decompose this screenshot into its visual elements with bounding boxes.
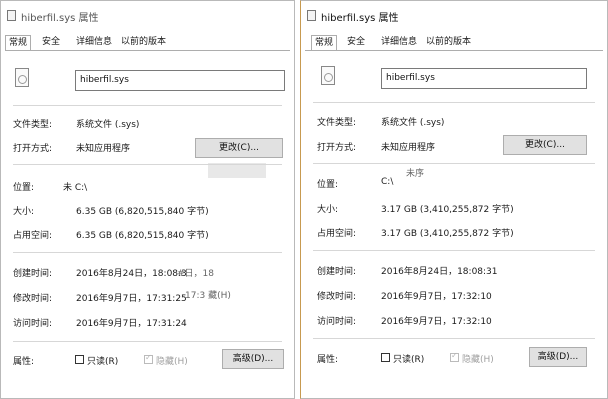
- disk-size-value: 3.17 GB (3,410,255,872 字节): [381, 229, 514, 239]
- properties-window-left: hiberfil.sys 属性 常规 安全 详细信息 以前的版本 hiberfi…: [0, 0, 295, 399]
- type-label: 文件类型:: [317, 118, 357, 128]
- disk-size-label: 占用空间:: [317, 229, 357, 239]
- modified-label: 修改时间:: [317, 292, 357, 302]
- tab-strip: 常规 安全 详细信息 以前的版本: [305, 35, 607, 52]
- attributes-label: 属性:: [13, 357, 35, 367]
- file-icon: [307, 10, 316, 21]
- accessed-label: 访问时间:: [13, 319, 53, 329]
- advanced-button[interactable]: 高级(D)...: [529, 347, 587, 367]
- title-bar[interactable]: hiberfil.sys 属性: [1, 1, 294, 29]
- modified-value: 2016年9月7日，17:31:25: [76, 294, 187, 304]
- size-value: 3.17 GB (3,410,255,872 字节): [381, 205, 514, 215]
- ghost-text: 未序: [406, 169, 425, 179]
- opens-with-value: 未知应用程序: [76, 144, 131, 154]
- hidden-label: 隐藏(H): [462, 355, 494, 365]
- location-value: 未 C:\: [63, 183, 88, 193]
- accessed-value: 2016年9月7日，17:32:10: [381, 317, 492, 327]
- location-label: 位置:: [317, 180, 339, 190]
- file-icon: [15, 68, 29, 87]
- tab-details[interactable]: 详细信息: [378, 35, 420, 51]
- readonly-label: 只读(R): [393, 355, 425, 365]
- hidden-checkbox[interactable]: [450, 351, 459, 362]
- ghost-text: 17:3 藏(H): [185, 291, 231, 301]
- created-value: 2016年8月24日，18:08:31: [381, 267, 498, 277]
- advanced-button[interactable]: 高级(D)...: [222, 349, 284, 369]
- tab-previous-versions[interactable]: 以前的版本: [423, 35, 474, 51]
- readonly-checkbox[interactable]: [75, 355, 84, 364]
- separator: [13, 164, 282, 165]
- tab-strip: 常规 安全 详细信息 以前的版本: [5, 35, 294, 52]
- modified-label: 修改时间:: [13, 294, 53, 304]
- tab-security[interactable]: 安全: [344, 35, 368, 51]
- location-label: 位置:: [13, 183, 35, 193]
- separator: [313, 338, 595, 339]
- file-icon: [321, 66, 335, 85]
- hidden-label: 隐藏(H): [156, 357, 188, 367]
- opens-with-label: 打开方式:: [317, 143, 357, 153]
- file-icon: [7, 10, 16, 21]
- location-value: C:\: [381, 177, 394, 187]
- created-value: 2016年8月24日，18:08:3: [76, 269, 187, 279]
- attributes-label: 属性:: [317, 355, 339, 365]
- filename-input[interactable]: hiberfil.sys: [381, 68, 587, 89]
- ghost-text: #日，18: [177, 269, 214, 279]
- properties-window-right: hiberfil.sys 属性 常规 安全 详细信息 以前的版本 hiberfi…: [300, 0, 608, 399]
- modified-value: 2016年9月7日，17:32:10: [381, 292, 492, 302]
- window-title: hiberfil.sys 属性: [321, 13, 399, 24]
- disk-size-value: 6.35 GB (6,820,515,840 字节): [76, 231, 209, 241]
- smudge: [208, 163, 266, 178]
- tab-security[interactable]: 安全: [39, 35, 63, 51]
- opens-with-label: 打开方式:: [13, 144, 53, 154]
- separator: [13, 252, 282, 253]
- readonly-checkbox[interactable]: [381, 353, 390, 362]
- created-label: 创建时间:: [13, 269, 53, 279]
- hidden-checkbox[interactable]: [144, 353, 153, 364]
- change-button[interactable]: 更改(C)...: [503, 135, 587, 155]
- size-label: 大小:: [13, 207, 35, 217]
- type-label: 文件类型:: [13, 120, 53, 130]
- size-label: 大小:: [317, 205, 339, 215]
- general-panel: hiberfil.sys 文件类型: 系统文件 (.sys) 打开方式: 未知应…: [5, 50, 290, 398]
- change-button[interactable]: 更改(C)...: [195, 138, 283, 158]
- type-value: 系统文件 (.sys): [76, 120, 140, 130]
- tab-previous-versions[interactable]: 以前的版本: [118, 35, 169, 51]
- separator: [313, 102, 595, 103]
- disk-size-label: 占用空间:: [13, 231, 53, 241]
- separator: [13, 341, 282, 342]
- size-value: 6.35 GB (6,820,515,840 字节): [76, 207, 209, 217]
- readonly-label: 只读(R): [87, 357, 119, 367]
- opens-with-value: 未知应用程序: [381, 143, 436, 153]
- title-bar[interactable]: hiberfil.sys 属性: [301, 1, 607, 29]
- separator: [313, 250, 595, 251]
- general-panel: hiberfil.sys 文件类型: 系统文件 (.sys) 打开方式: 未知应…: [305, 50, 603, 398]
- window-title: hiberfil.sys 属性: [21, 13, 99, 24]
- type-value: 系统文件 (.sys): [381, 118, 445, 128]
- created-label: 创建时间:: [317, 267, 357, 277]
- accessed-label: 访问时间:: [317, 317, 357, 327]
- separator: [313, 163, 595, 164]
- tab-details[interactable]: 详细信息: [73, 35, 115, 51]
- separator: [13, 105, 282, 106]
- accessed-value: 2016年9月7日，17:31:24: [76, 319, 187, 329]
- filename-input[interactable]: hiberfil.sys: [75, 70, 285, 91]
